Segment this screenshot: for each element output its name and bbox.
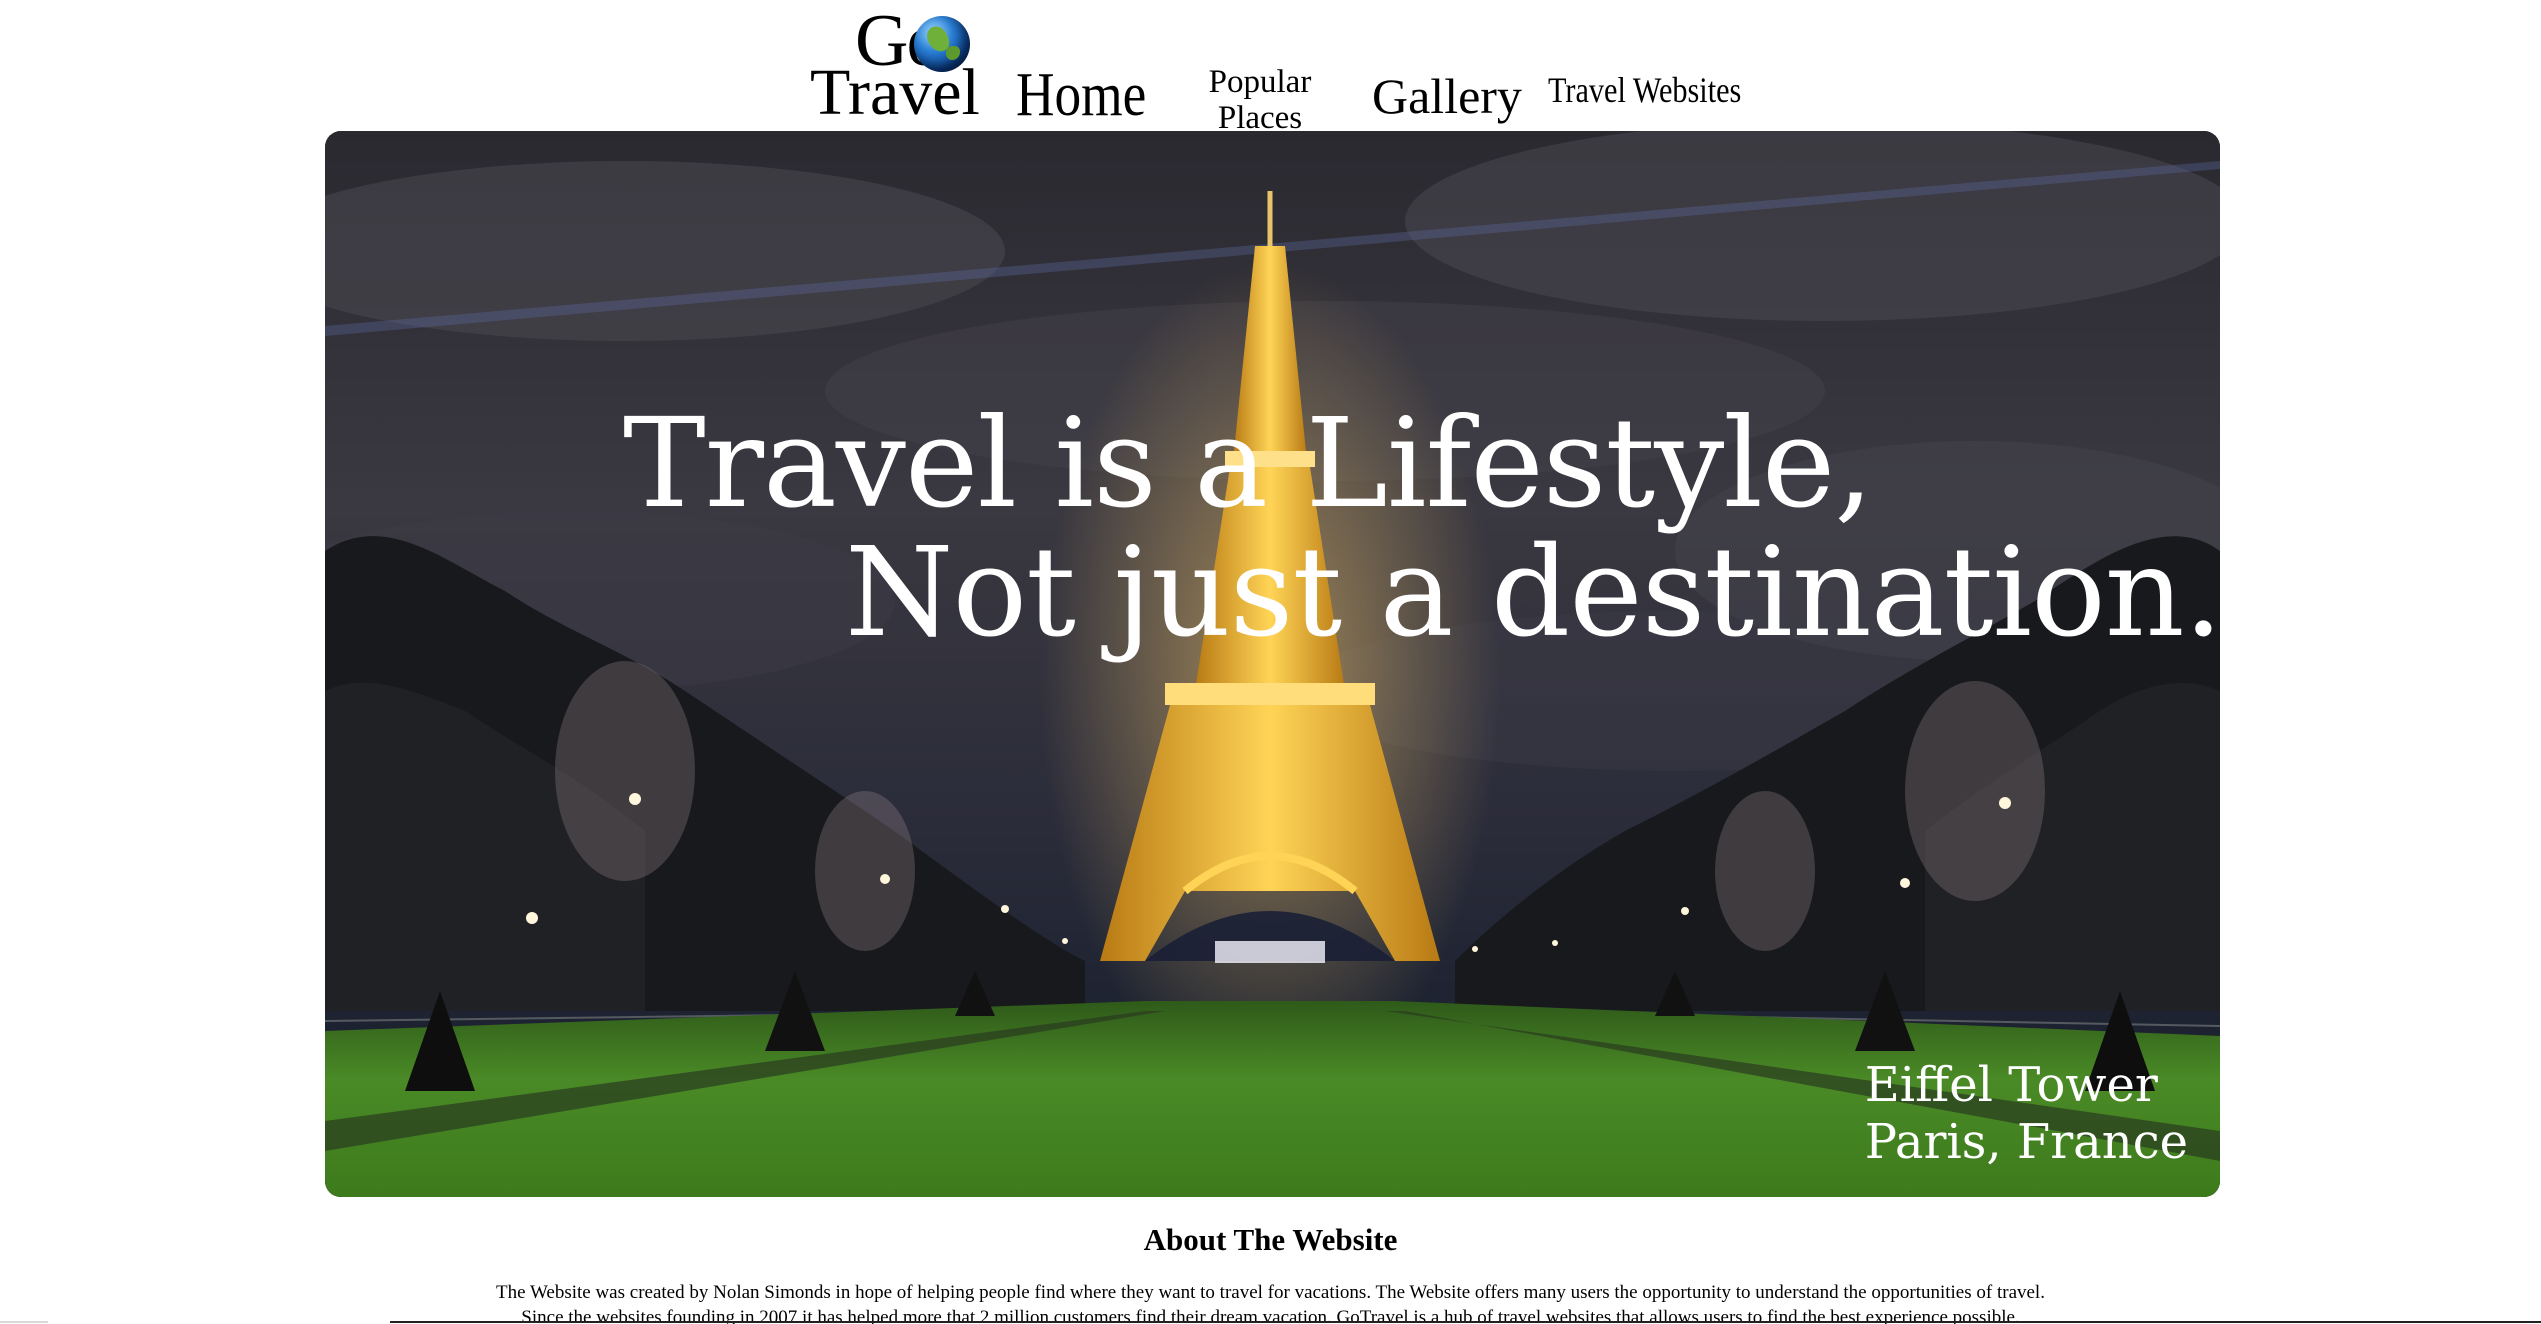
divider [390, 1321, 2541, 1323]
nav-home-link[interactable]: Home [1016, 64, 1146, 126]
caption-landmark: Eiffel Tower [1864, 1057, 2158, 1113]
page: Go Travel Home Popular Places Gallery Tr… [0, 0, 2541, 1324]
hero-photo-caption: Eiffel Tower Paris, France [1865, 1057, 2188, 1171]
nav-popular-line1: Popular [1208, 64, 1312, 100]
nav-travel-websites-link[interactable]: Travel Websites [1548, 70, 1741, 110]
nav-gallery-link[interactable]: Gallery [1372, 68, 1522, 124]
caption-location: Paris, France [1864, 1114, 2188, 1170]
hero-headline-line1: Travel is a Lifestyle, [623, 392, 1874, 536]
hero-headline-line2: Not just a destination. [845, 521, 2220, 665]
logo-travel-text: Travel [810, 56, 980, 129]
divider-left [0, 1321, 48, 1323]
about-text-line1: The Website was created by Nolan Simonds… [496, 1282, 2045, 1303]
nav-popular-places-link[interactable]: Popular Places [1196, 64, 1324, 136]
about-heading: About The Website [1143, 1222, 1398, 1257]
about-paragraph: The Website was created by Nolan Simonds… [0, 1280, 2541, 1324]
hero-banner: Travel is a Lifestyle, Not just a destin… [325, 131, 2220, 1197]
